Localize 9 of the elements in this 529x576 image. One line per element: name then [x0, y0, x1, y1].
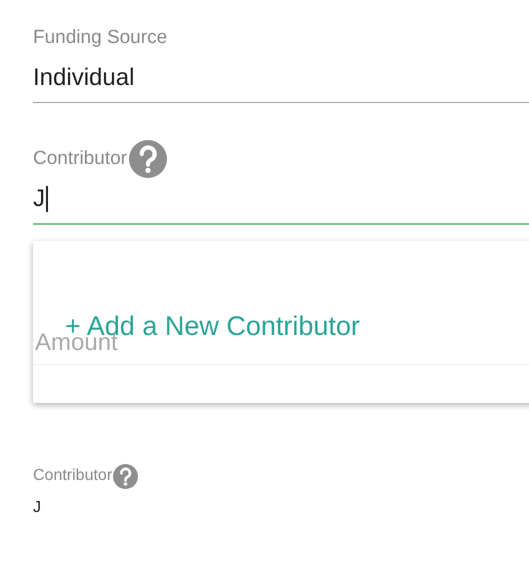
text-cursor — [46, 186, 48, 212]
input-field[interactable]: J — [33, 179, 529, 225]
input-field[interactable]: Individual — [33, 58, 529, 103]
field-label: Funding Source — [33, 27, 168, 49]
help-icon[interactable] — [129, 140, 167, 178]
field-label: Contributor — [33, 467, 112, 485]
help-icon[interactable] — [113, 464, 138, 488]
field-value: J — [33, 499, 41, 517]
field-label: Contributor — [33, 148, 127, 170]
